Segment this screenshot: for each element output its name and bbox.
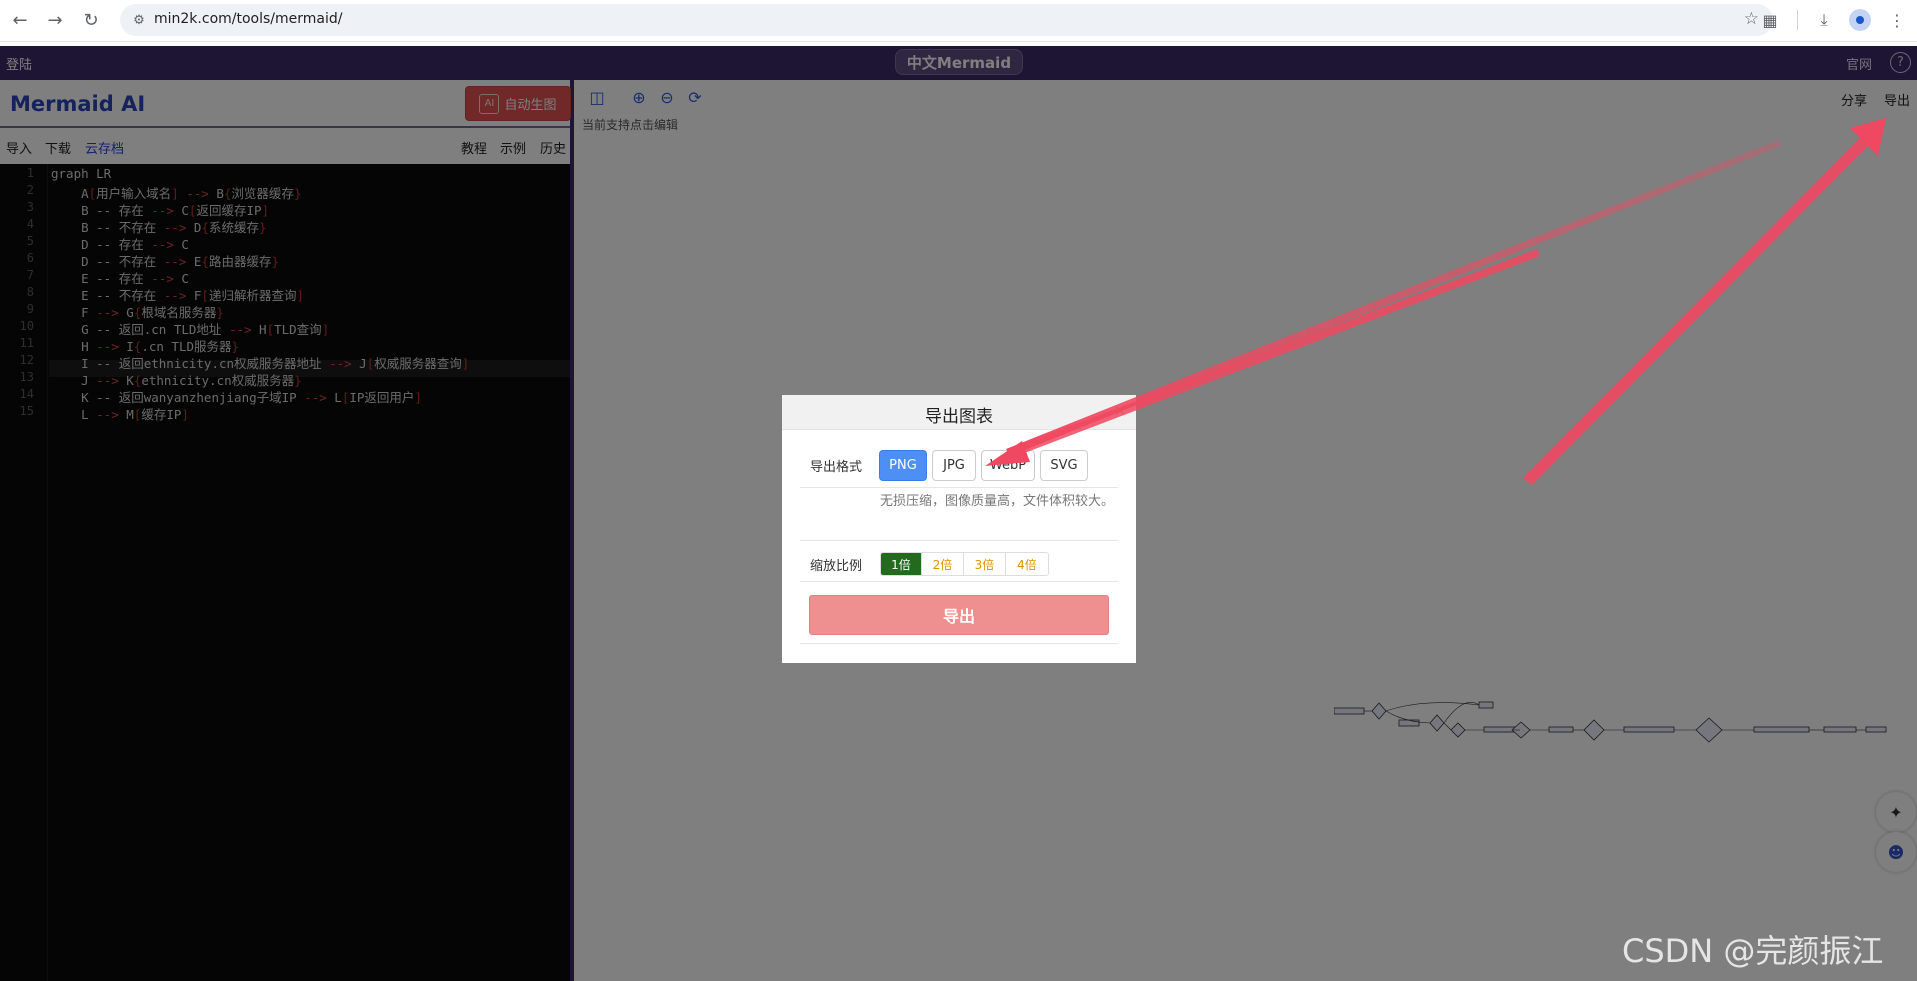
format-jpg-button[interactable]: JPG [932, 450, 976, 481]
profile-avatar-icon[interactable] [1849, 9, 1871, 31]
dialog-divider [800, 643, 1118, 644]
scale-label: 缩放比例 [810, 559, 863, 574]
scale-selector: 1倍 2倍 3倍 4倍 [880, 552, 1049, 576]
reload-icon[interactable]: ↻ [80, 9, 102, 31]
dialog-title: 导出图表 [925, 407, 993, 427]
toolbar-separator [1797, 10, 1798, 30]
browser-toolbar: ← → ↻ ⚙ min2k.com/tools/mermaid/ ☆ ▦ ⤓ ⋮ [0, 0, 1917, 42]
format-png-button[interactable]: PNG [879, 450, 927, 481]
forward-icon[interactable]: → [44, 9, 66, 31]
format-description: 无损压缩，图像质量高，文件体积较大。 [880, 494, 1115, 509]
dialog-divider [800, 487, 1118, 488]
browser-menu-icon[interactable]: ⋮ [1886, 9, 1908, 31]
export-button[interactable]: 导出 [809, 595, 1109, 635]
format-svg-button[interactable]: SVG [1040, 450, 1088, 481]
scale-3x-button[interactable]: 3倍 [964, 553, 1006, 575]
scale-2x-button[interactable]: 2倍 [922, 553, 964, 575]
url-text[interactable]: min2k.com/tools/mermaid/ [154, 11, 342, 27]
export-dialog: 导出图表 × 导出格式 PNG JPG WebP SVG 无损压缩，图像质量高，… [782, 395, 1136, 663]
format-webp-button[interactable]: WebP [981, 450, 1035, 481]
back-icon[interactable]: ← [9, 9, 31, 31]
format-label: 导出格式 [810, 460, 863, 475]
extensions-icon[interactable]: ▦ [1759, 9, 1781, 31]
download-icon[interactable]: ⤓ [1813, 9, 1835, 31]
site-info-icon[interactable]: ⚙ [130, 11, 148, 29]
address-bar[interactable]: ⚙ min2k.com/tools/mermaid/ ☆ [120, 4, 1773, 36]
watermark: CSDN @完颜振江 [1622, 932, 1884, 970]
scale-4x-button[interactable]: 4倍 [1006, 553, 1048, 575]
dialog-divider [800, 540, 1118, 541]
bookmark-star-icon[interactable]: ☆ [1744, 9, 1759, 29]
dialog-divider [800, 581, 1118, 582]
scale-1x-button[interactable]: 1倍 [881, 553, 922, 575]
close-icon[interactable]: × [1114, 403, 1126, 419]
